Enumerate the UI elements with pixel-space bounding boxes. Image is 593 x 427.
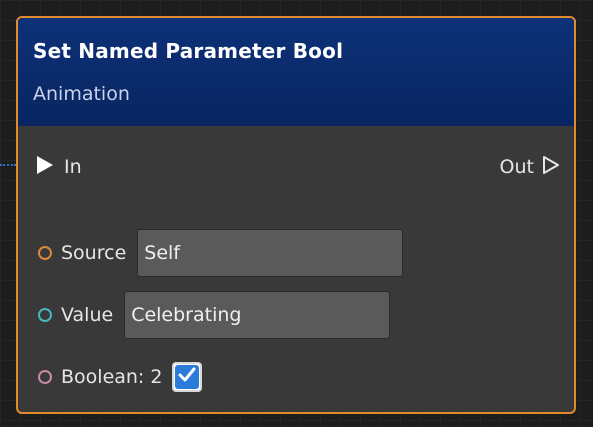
set-named-parameter-bool-node[interactable]: Set Named Parameter Bool Animation In Ou… (16, 16, 576, 414)
exec-row: In Out (18, 152, 574, 182)
boolean-checkbox[interactable] (172, 362, 203, 392)
boolean-pin-label: Boolean: 2 (61, 366, 163, 388)
incoming-exec-wire (0, 164, 16, 168)
play-filled-icon (36, 155, 54, 180)
exec-in-label: In (64, 156, 82, 178)
node-title: Set Named Parameter Bool (33, 39, 344, 63)
value-input[interactable]: Celebrating (124, 291, 391, 339)
source-input[interactable]: Self (137, 229, 404, 277)
boolean-pin-circle-icon[interactable] (38, 370, 52, 384)
node-category: Animation (33, 83, 130, 105)
source-pin-row: Source Self (38, 229, 404, 277)
play-outline-icon (542, 155, 560, 180)
node-header[interactable]: Set Named Parameter Bool Animation (18, 18, 574, 126)
exec-in-pin[interactable]: In (36, 152, 82, 182)
checkbox-fill (175, 365, 200, 390)
exec-out-label: Out (499, 156, 534, 178)
source-pin-label: Source (61, 242, 127, 264)
value-pin-label: Value (61, 304, 114, 326)
checkmark-icon (177, 365, 197, 390)
exec-out-pin[interactable]: Out (500, 152, 560, 182)
value-pin-circle-icon[interactable] (38, 308, 52, 322)
boolean-pin-row: Boolean: 2 (38, 362, 203, 392)
graph-canvas[interactable]: Set Named Parameter Bool Animation In Ou… (0, 0, 593, 427)
value-pin-row: Value Celebrating (38, 291, 391, 339)
source-pin-circle-icon[interactable] (38, 246, 52, 260)
